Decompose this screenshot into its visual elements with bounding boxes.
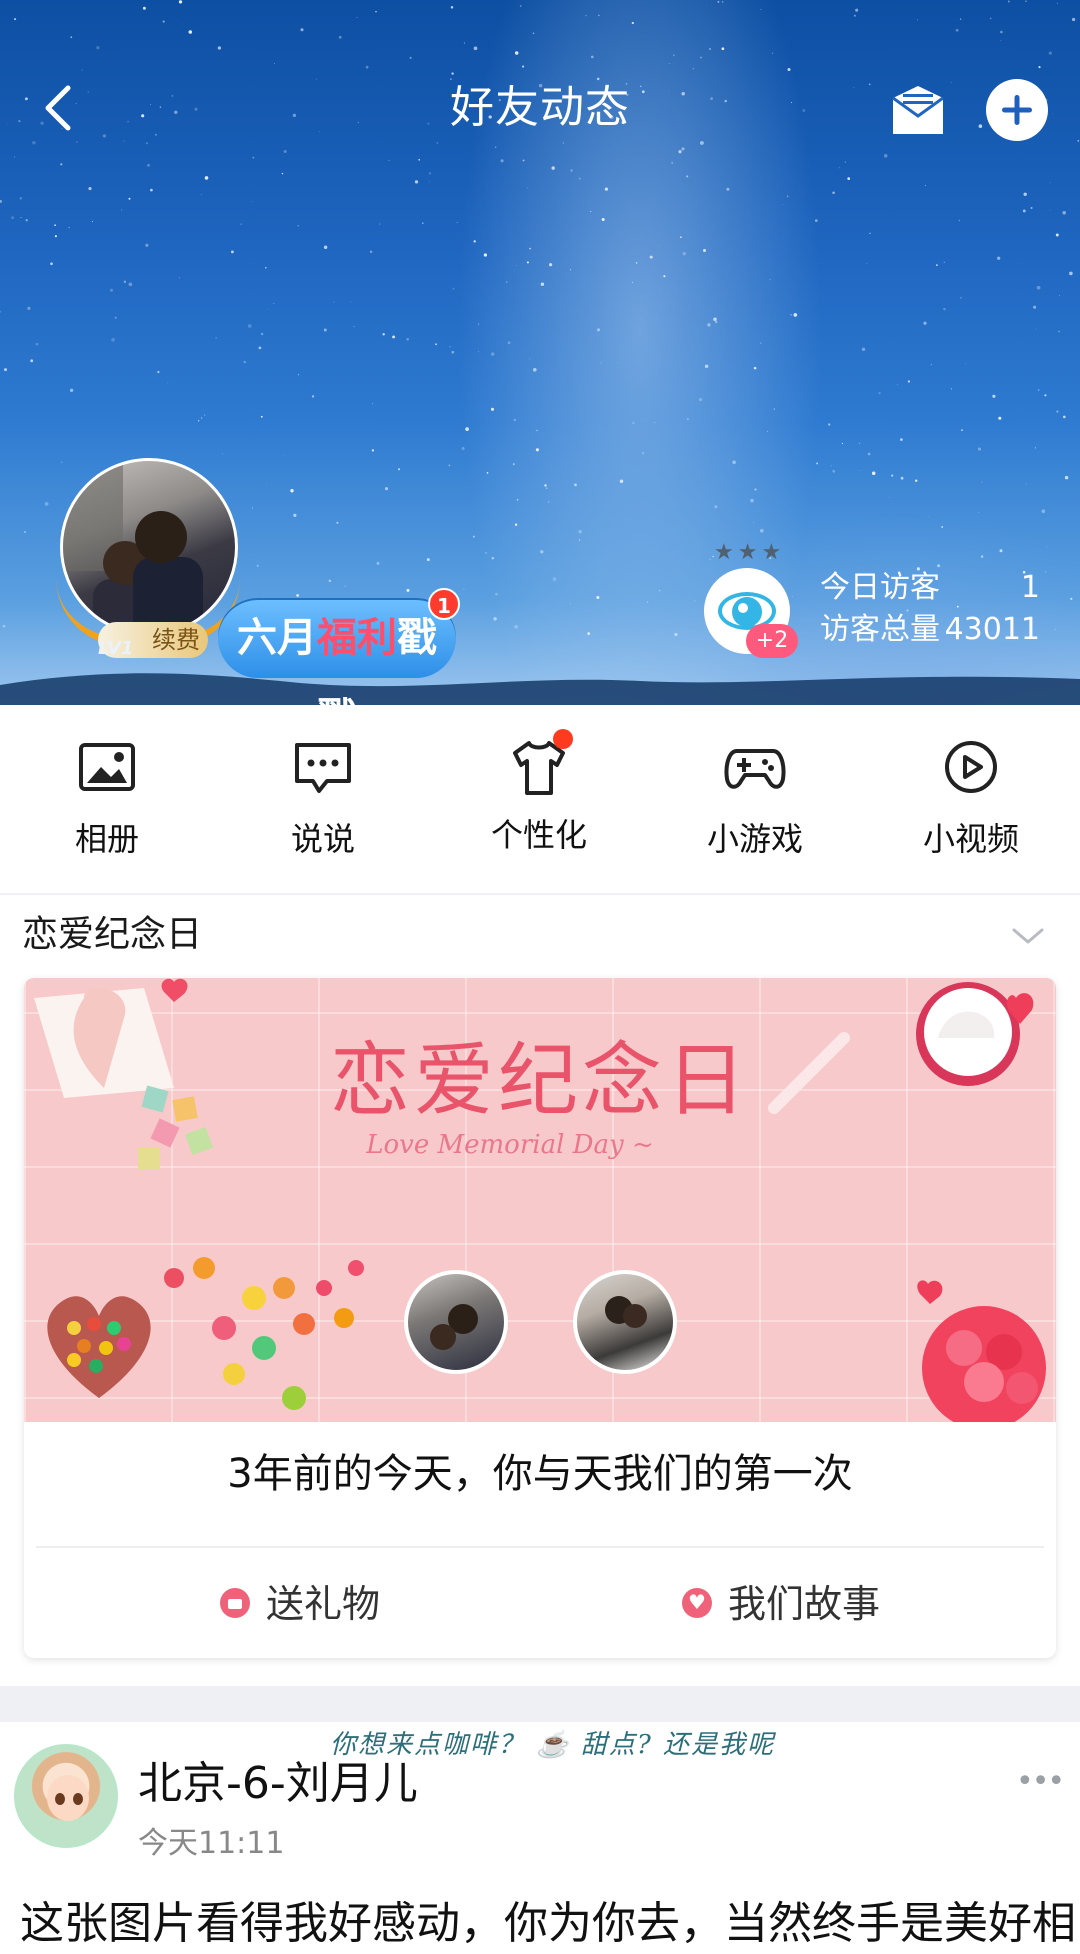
avatar-partner[interactable] bbox=[573, 1270, 677, 1374]
total-visitors-label: 访客总量 bbox=[820, 612, 940, 647]
post-time: 今天11:11 bbox=[138, 1826, 285, 1861]
memorial-message: 3年前的今天，你与天我们的第一次 bbox=[227, 1451, 853, 1497]
gift-icon bbox=[220, 1587, 250, 1618]
shortcut-personalize[interactable]: 个性化 bbox=[459, 729, 619, 857]
section-title: 恋爱纪念日 bbox=[22, 914, 203, 955]
rose-petals-decoration bbox=[917, 1280, 1046, 1422]
banner-title: 恋爱纪念日 bbox=[330, 1034, 750, 1127]
level-tag: LV1 bbox=[98, 638, 134, 659]
promo-text-1: 六月 bbox=[237, 615, 317, 661]
send-gift-button[interactable]: 送礼物 bbox=[220, 1576, 380, 1632]
divider bbox=[0, 893, 1080, 895]
promo-text-highlight: 福利 bbox=[317, 615, 397, 661]
today-visitors-value: 1 bbox=[1020, 570, 1040, 605]
shortcut-shuoshuo[interactable]: 说说 bbox=[243, 735, 403, 861]
shortcut-label: 个性化 bbox=[490, 816, 587, 854]
shortcut-games[interactable]: 小游戏 bbox=[675, 735, 835, 861]
shortcut-video[interactable]: 小视频 bbox=[891, 735, 1051, 861]
avatar-self[interactable] bbox=[404, 1270, 508, 1374]
shortcut-album[interactable]: 相册 bbox=[27, 735, 187, 861]
heart-icon bbox=[682, 1587, 712, 1618]
shortcut-bar: 相册 说说 个性化 小游戏 小视频 bbox=[0, 705, 1080, 893]
chat-bubble-icon bbox=[295, 743, 351, 793]
post-author-avatar[interactable] bbox=[14, 1744, 118, 1848]
promo-button[interactable]: 六月福利戳戳 bbox=[218, 598, 456, 705]
today-visitors-label: 今日访客 bbox=[820, 570, 940, 605]
banner-subtitle: Love Memorial Day ~ bbox=[366, 1130, 654, 1160]
section-gap bbox=[0, 1686, 1080, 1722]
our-story-label: 我们故事 bbox=[728, 1582, 881, 1626]
chevron-down-icon[interactable] bbox=[1010, 918, 1046, 954]
candy-balls-decoration bbox=[164, 1257, 364, 1410]
shortcut-label: 小游戏 bbox=[706, 820, 803, 858]
post-decor-banner: 你想来点咖啡？ ☕ 甜点? 还是我呢 bbox=[330, 1730, 776, 1760]
post-body: 这张图片看得我好感动，你为你去，当然终手是美好相 bbox=[20, 1898, 1076, 1949]
add-button[interactable] bbox=[986, 79, 1048, 141]
total-visitors-value: 43011 bbox=[944, 612, 1040, 647]
memorial-banner[interactable]: 恋爱纪念日 Love Memorial Day ~ bbox=[24, 978, 1056, 1422]
memorial-card: 恋爱纪念日 Love Memorial Day ~ 3年前的今天，你与天我们的第… bbox=[24, 978, 1056, 1658]
play-circle-icon bbox=[945, 741, 997, 793]
total-visitors[interactable]: 访客总量 43011 bbox=[820, 610, 1040, 650]
renew-label: 续费 bbox=[152, 626, 200, 654]
mail-icon[interactable] bbox=[887, 80, 949, 138]
profile-cover: 好友动态 续费 LV1 六月福利戳戳 1 ★★★ +2 今日访客 1 访客总量 … bbox=[0, 0, 1080, 705]
shortcut-label: 说说 bbox=[290, 820, 355, 858]
card-divider bbox=[36, 1546, 1044, 1548]
promo-badge-count: 1 bbox=[428, 588, 460, 620]
send-gift-label: 送礼物 bbox=[266, 1582, 381, 1626]
visitor-stars: ★★★ bbox=[714, 540, 786, 565]
visitor-plus-badge: +2 bbox=[746, 624, 798, 658]
more-options-icon[interactable]: ••• bbox=[1016, 1764, 1065, 1799]
our-story-button[interactable]: 我们故事 bbox=[682, 1576, 880, 1632]
today-visitors[interactable]: 今日访客 1 bbox=[820, 568, 1040, 608]
profile-avatar[interactable] bbox=[56, 458, 240, 646]
tshirt-icon-wrap bbox=[507, 729, 573, 799]
shortcut-label: 小视频 bbox=[922, 820, 1019, 858]
new-dot bbox=[553, 729, 573, 749]
shortcut-label: 相册 bbox=[74, 820, 139, 858]
gamepad-icon bbox=[724, 749, 786, 789]
post-author-name[interactable]: 北京-6-刘月儿 bbox=[138, 1754, 418, 1814]
image-icon bbox=[79, 743, 135, 791]
